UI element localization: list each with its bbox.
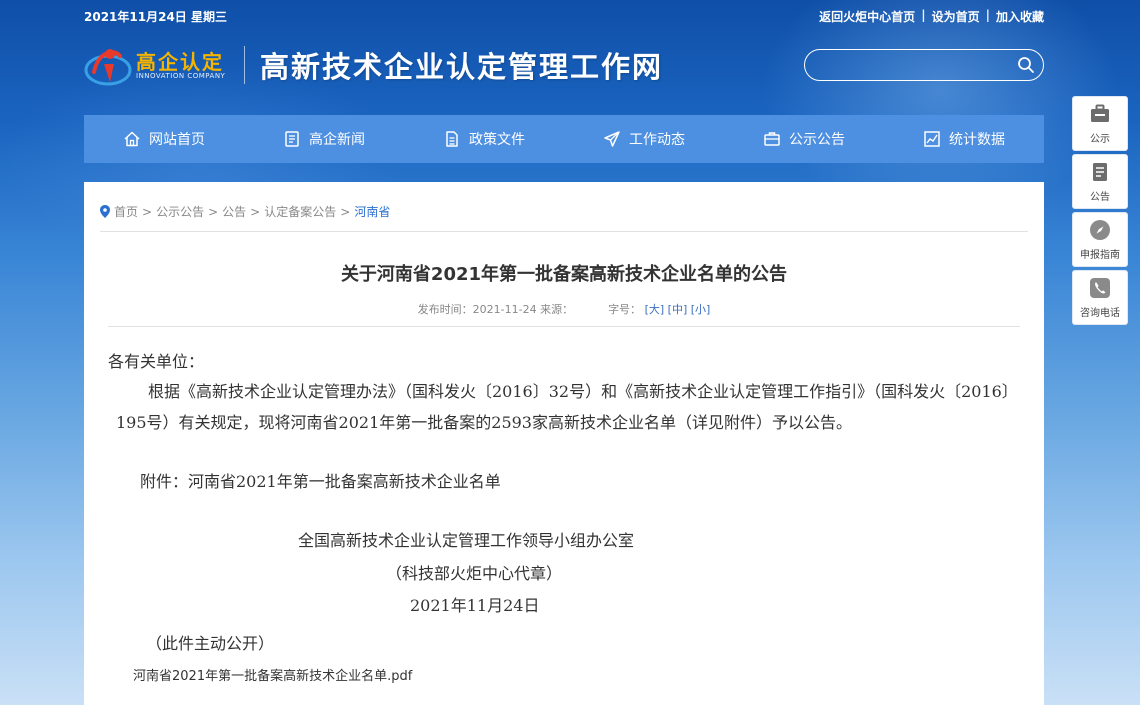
document-icon [446,131,458,147]
nav-statistics[interactable]: 统计数据 [884,115,1044,163]
side-button-label: 公示 [1090,134,1110,145]
attachment-file-link[interactable]: 河南省2021年第一批备案高新技术企业名单.pdf [133,665,412,684]
side-button-public-notice[interactable]: 公示 [1072,96,1128,151]
breadcrumb-divider [100,231,1028,232]
top-links: 返回火炬中心首页 | 设为首页 | 加入收藏 [819,8,1044,25]
chart-icon [924,131,940,147]
article-title: 关于河南省2021年第一批备案高新技术企业名单的公告 [340,264,788,285]
breadcrumb-separator: > [340,204,351,219]
phone-icon [1090,278,1110,298]
attachment-line: 附件：河南省2021年第一批备案高新技术企业名单 [140,472,501,491]
breadcrumb-notices[interactable]: 公告 [222,203,246,220]
breadcrumb: 首页 > 公示公告 > 公告 > 认定备案公告 > 河南省 [100,203,390,220]
issuer-note: （科技部火炬中心代章） [386,564,563,583]
search-icon[interactable] [1017,56,1035,74]
nav-work-updates[interactable]: 工作动态 [564,115,724,163]
clipboard-icon [1093,163,1107,181]
main-paragraph: 根据《高新技术企业认定管理办法》（国科发火〔2016〕32号）和《高新技术企业认… [116,382,1018,432]
nav-label: 统计数据 [949,132,1005,148]
logo-divider [244,46,245,84]
sign-date: 2021年11月24日 [410,596,540,615]
open-note: （此件主动公开） [146,634,275,653]
logo-text: 高企认定 [136,50,224,74]
font-size-small[interactable]: [小] [691,303,711,316]
side-toolbar: 公示 公告 申报指南 咨询电话 [1072,96,1128,328]
greeting: 各有关单位： [108,352,205,371]
logo-mark-icon [84,49,132,86]
side-button-label: 咨询电话 [1080,308,1120,319]
site-logo[interactable]: 高企认定 INNOVATION COMPANY 高新技术企业认定管理工作网 [84,40,704,90]
meta-divider [108,326,1020,327]
news-icon [285,131,299,147]
breadcrumb-home[interactable]: 首页 [114,203,138,220]
breadcrumb-announcements[interactable]: 公示公告 [156,203,204,220]
side-button-label: 申报指南 [1080,250,1120,261]
breadcrumb-filing-notices[interactable]: 认定备案公告 [264,203,336,220]
font-size-label: 字号： [608,303,642,316]
nav-announcements[interactable]: 公示公告 [724,115,884,163]
side-button-label: 公告 [1090,192,1110,203]
nav-home[interactable]: 网站首页 [84,115,244,163]
link-separator: | [921,8,926,22]
paper-plane-icon [604,131,620,147]
site-title: 高新技术企业认定管理工作网 [260,50,664,84]
article-meta: 发布时间：2021-11-24 来源： 字号： [大] [中] [小] [84,301,1044,317]
nav-label: 网站首页 [149,132,205,148]
search-box[interactable] [804,49,1044,81]
font-size-large[interactable]: [大] [645,303,665,316]
link-set-homepage[interactable]: 设为首页 [932,8,980,25]
briefcase-icon [1091,104,1109,122]
link-add-favorite[interactable]: 加入收藏 [996,8,1044,25]
location-pin-icon [100,205,110,218]
breadcrumb-current[interactable]: 河南省 [354,203,390,220]
issuer: 全国高新技术企业认定管理工作领导小组办公室 [298,531,635,550]
breadcrumb-separator: > [250,204,261,219]
publish-info: 发布时间：2021-11-24 来源： [417,303,574,316]
nav-label: 公示公告 [789,132,845,148]
nav-policy[interactable]: 政策文件 [404,115,564,163]
top-bar: 2021年11月24日 星期三 返回火炬中心首页 | 设为首页 | 加入收藏 [84,6,1044,26]
home-icon [124,131,140,147]
nav-label: 高企新闻 [309,132,365,148]
font-size-options: [大] [中] [小] [645,303,711,316]
current-date: 2021年11月24日 星期三 [84,10,227,24]
nav-label: 政策文件 [469,132,525,148]
search-input[interactable] [817,54,1013,76]
briefcase-icon [764,132,780,146]
breadcrumb-separator: > [142,204,153,219]
side-button-hotline[interactable]: 咨询电话 [1072,270,1128,325]
side-button-announcement[interactable]: 公告 [1072,154,1128,209]
breadcrumb-separator: > [208,204,219,219]
link-torch-center-home[interactable]: 返回火炬中心首页 [819,8,915,25]
nav-news[interactable]: 高企新闻 [244,115,404,163]
main-nav: 网站首页 高企新闻 政策文件 工作动态 公示公告 统计数据 [84,115,1044,163]
logo-subtext: INNOVATION COMPANY [136,72,226,80]
side-button-guide[interactable]: 申报指南 [1072,212,1128,267]
link-separator: | [985,8,990,22]
nav-label: 工作动态 [629,132,685,148]
compass-icon [1090,220,1110,240]
content-panel: 首页 > 公示公告 > 公告 > 认定备案公告 > 河南省 关于河南省2021年… [84,182,1044,705]
font-size-medium[interactable]: [中] [668,303,688,316]
